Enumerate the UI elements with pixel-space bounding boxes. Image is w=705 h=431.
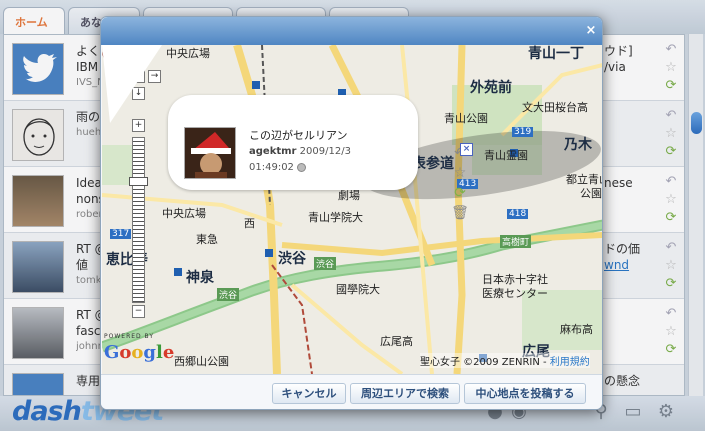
map-label: 渋谷 xyxy=(217,288,240,301)
bubble-time: 01:49:02 xyxy=(249,162,294,173)
bubble-close-icon[interactable]: × xyxy=(460,143,473,156)
map-label: 青山一丁 xyxy=(528,46,584,62)
zoom-slider[interactable] xyxy=(132,137,145,303)
map-label: 医療センター xyxy=(482,287,548,300)
star-icon[interactable]: ☆ xyxy=(450,163,470,183)
map-label: 神泉 xyxy=(186,270,214,286)
map-label: 東急 xyxy=(196,233,218,246)
map-copyright: 聖心女子 ©2009 ZENRIN - 利用規約 xyxy=(420,353,590,368)
post-center-button[interactable]: 中心地点を投稿する xyxy=(464,383,586,404)
map-label: 青山公園 xyxy=(444,112,488,125)
map-label: 乃木 xyxy=(564,137,592,153)
map-label: 文大田桜台高 xyxy=(522,101,588,114)
map-view[interactable]: 中央広場 青山一丁 外苑前 文大田桜台高 青山公園 乃木 青山霊園 表参道 都立… xyxy=(102,45,602,374)
search-area-button[interactable]: 周辺エリアで検索 xyxy=(350,383,460,404)
route-badge: 319 xyxy=(512,127,534,137)
map-label: 青山霊園 xyxy=(484,149,528,162)
map-label: 國學院大 xyxy=(336,283,380,296)
retweet-icon[interactable]: ⟳ xyxy=(450,183,470,203)
bubble-date: 2009/12/3 xyxy=(299,146,351,157)
map-label: 西 xyxy=(244,217,255,230)
map-label: 西郷山公園 xyxy=(174,355,229,368)
cancel-button[interactable]: キャンセル xyxy=(272,383,346,404)
map-label: 公園 xyxy=(580,187,602,200)
map-label: 麻布高 xyxy=(560,323,593,336)
google-logo: Google xyxy=(104,342,175,363)
tweet-bubble: この辺がセルリアン agektmr 2009/12/3 01:49:02 ↶☆⟳… xyxy=(168,95,473,221)
map-label: 外苑前 xyxy=(470,80,512,96)
terms-link[interactable]: 利用規約 xyxy=(550,357,590,368)
zoom-out-icon[interactable]: − xyxy=(132,305,145,318)
map-label: 渋谷 xyxy=(314,257,337,270)
bubble-avatar xyxy=(184,127,236,179)
map-label: 中央広場 xyxy=(166,47,210,60)
map-dialog: × 中央広場 青山一丁 外苑前 文大田桜台高 青山公園 乃木 青山霊園 表参道 … xyxy=(100,16,603,410)
bubble-tail xyxy=(102,45,162,123)
map-label: 表参道 xyxy=(412,156,454,172)
map-label: 広尾高 xyxy=(380,335,413,348)
route-badge: 418 xyxy=(507,209,529,219)
bubble-tweet-text: この辺がセルリアン xyxy=(249,129,348,142)
location-icon xyxy=(297,162,307,172)
map-label: 渋谷 xyxy=(278,251,306,267)
dialog-footer: キャンセル 周辺エリアで検索 中心地点を投稿する xyxy=(101,374,602,409)
powered-by: POWERED BY xyxy=(104,333,155,340)
map-label: 高樹町 xyxy=(500,235,532,248)
zoom-slider-knob[interactable] xyxy=(129,177,148,186)
route-badge: 317 xyxy=(110,229,132,239)
close-icon[interactable]: × xyxy=(583,23,599,39)
bubble-username[interactable]: agektmr xyxy=(249,146,296,157)
map-label: 中央広場 xyxy=(162,207,206,220)
dialog-header: × xyxy=(101,17,602,45)
trash-icon[interactable]: 🗑 xyxy=(450,203,470,223)
map-label: 青山学院大 xyxy=(308,211,363,224)
